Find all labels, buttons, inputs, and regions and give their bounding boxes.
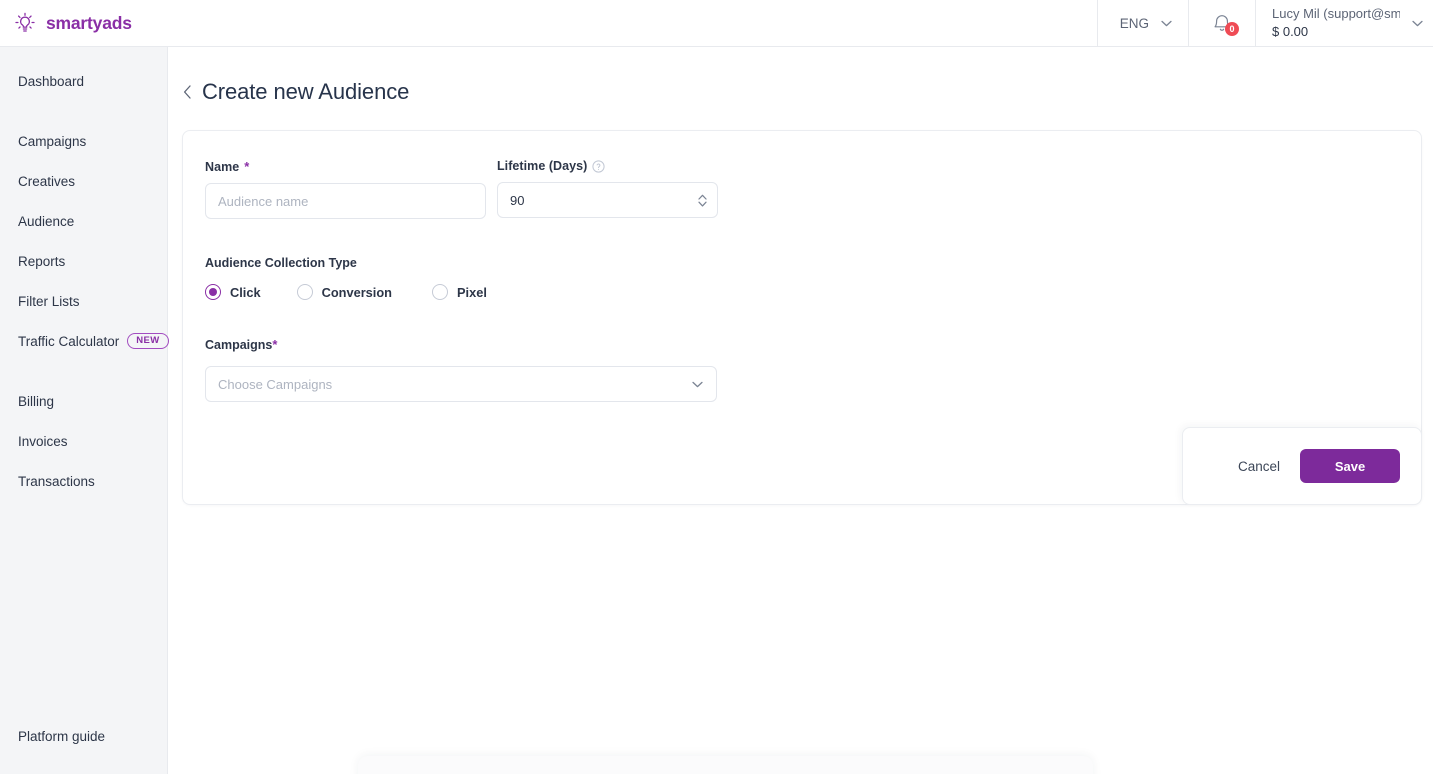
name-label-text: Name [205, 159, 240, 174]
sidebar-item-label: Transactions [18, 473, 95, 489]
campaigns-select-placeholder: Choose Campaigns [218, 376, 333, 392]
save-button[interactable]: Save [1300, 449, 1400, 483]
top-bar: smartyads ENG 0 Lucy Mil (support@sma $ … [0, 0, 1433, 47]
notifications-button[interactable]: 0 [1188, 0, 1255, 47]
sidebar-item-audience[interactable]: Audience [0, 201, 167, 241]
campaigns-select[interactable]: Choose Campaigns [205, 366, 717, 402]
new-badge: NEW [127, 332, 169, 350]
name-input[interactable]: Audience name [205, 183, 486, 219]
lifetime-field-label: Lifetime (Days) [497, 159, 718, 173]
sidebar-item-label: Audience [18, 213, 75, 229]
sidebar-item-creatives[interactable]: Creatives [0, 161, 167, 201]
page-title: Create new Audience [202, 79, 410, 104]
language-selector[interactable]: ENG [1096, 0, 1188, 47]
chevron-down-icon [1161, 20, 1172, 27]
required-marker: * [272, 337, 278, 352]
radio-label-click: Click [230, 284, 261, 300]
chevron-down-icon [692, 381, 703, 388]
sidebar-divider-spacer [0, 361, 167, 381]
collection-type-radio-group: Click Conversion Pixel [205, 284, 1421, 300]
sidebar-item-transactions[interactable]: Transactions [0, 461, 167, 501]
sidebar-divider-spacer [0, 101, 167, 121]
audience-form-card: Name * Audience name Lifetime (Days) 90 … [182, 130, 1422, 505]
required-marker: * [244, 159, 250, 174]
sidebar-item-label: Traffic Calculator [18, 333, 120, 349]
chevron-left-icon[interactable] [183, 85, 192, 99]
sidebar-nav: Dashboard Campaigns Creatives Audience R… [0, 47, 169, 501]
notification-count-badge: 0 [1225, 22, 1239, 36]
user-info: Lucy Mil (support@sma $ 0.00 [1272, 5, 1400, 41]
user-menu[interactable]: Lucy Mil (support@sma $ 0.00 [1255, 0, 1433, 47]
radio-option-conversion[interactable]: Conversion [296, 284, 392, 300]
sidebar-item-platform-guide[interactable]: Platform guide [0, 716, 167, 756]
sidebar-item-campaigns[interactable]: Campaigns [0, 121, 167, 161]
language-label: ENG [1119, 15, 1149, 31]
sidebar-item-label: Reports [18, 253, 66, 269]
lifetime-input-value: 90 [510, 192, 525, 208]
lifetime-input[interactable]: 90 [497, 182, 718, 218]
campaigns-label-text: Campaigns [205, 338, 273, 352]
sidebar-item-label: Invoices [18, 433, 68, 449]
sidebar-footer: Platform guide [0, 716, 167, 756]
sidebar-item-traffic-calculator[interactable]: Traffic Calculator NEW [0, 321, 169, 361]
help-circle-icon[interactable] [592, 159, 605, 173]
sidebar-item-filter-lists[interactable]: Filter Lists [0, 281, 167, 321]
user-name: Lucy Mil (support@sma [1272, 6, 1400, 21]
sidebar-item-billing[interactable]: Billing [0, 381, 167, 421]
radio-indicator-click[interactable] [205, 284, 221, 300]
form-action-bar: Cancel Save [1182, 427, 1422, 505]
top-field-row: Name * Audience name Lifetime (Days) 90 [205, 159, 1421, 219]
main-content: Create new Audience Name * Audience name… [168, 47, 1433, 774]
bottom-floating-panel [358, 756, 1093, 774]
user-balance: $ 0.00 [1272, 24, 1309, 39]
campaigns-field-label: Campaigns* [205, 337, 1421, 352]
sidebar-item-reports[interactable]: Reports [0, 241, 167, 281]
radio-option-click[interactable]: Click [205, 284, 261, 300]
collection-type-title: Audience Collection Type [205, 256, 357, 270]
radio-indicator-conversion[interactable] [296, 284, 313, 300]
lifetime-field-group: Lifetime (Days) 90 [497, 159, 718, 219]
chevron-down-icon [1412, 20, 1423, 27]
sidebar-item-label: Filter Lists [18, 293, 80, 309]
brand-name: smartyads [46, 12, 132, 33]
sidebar-item-label: Creatives [18, 173, 76, 189]
sidebar-item-label: Campaigns [18, 133, 87, 149]
radio-option-pixel[interactable]: Pixel [432, 284, 487, 300]
name-field-label: Name * [205, 159, 486, 174]
sidebar-item-label: Platform guide [18, 728, 106, 744]
sidebar-item-invoices[interactable]: Invoices [0, 421, 167, 461]
lifetime-label-text: Lifetime (Days) [497, 159, 588, 173]
sidebar-item-dashboard[interactable]: Dashboard [0, 61, 167, 101]
cancel-button[interactable]: Cancel [1236, 453, 1282, 480]
lightbulb-icon [12, 10, 38, 36]
sidebar-item-label: Billing [18, 393, 55, 409]
page-header: Create new Audience [168, 47, 1433, 105]
sidebar: Dashboard Campaigns Creatives Audience R… [0, 47, 169, 774]
radio-label-conversion: Conversion [321, 284, 392, 300]
name-input-placeholder: Audience name [218, 193, 309, 209]
brand-logo-link[interactable]: smartyads [0, 0, 168, 46]
sidebar-item-label: Dashboard [18, 73, 85, 89]
radio-indicator-pixel[interactable] [432, 284, 448, 300]
form-body: Name * Audience name Lifetime (Days) 90 … [183, 131, 1421, 402]
stepper-updown-icon[interactable] [696, 192, 709, 209]
radio-label-pixel: Pixel [457, 284, 487, 300]
name-field-group: Name * Audience name [205, 159, 486, 219]
